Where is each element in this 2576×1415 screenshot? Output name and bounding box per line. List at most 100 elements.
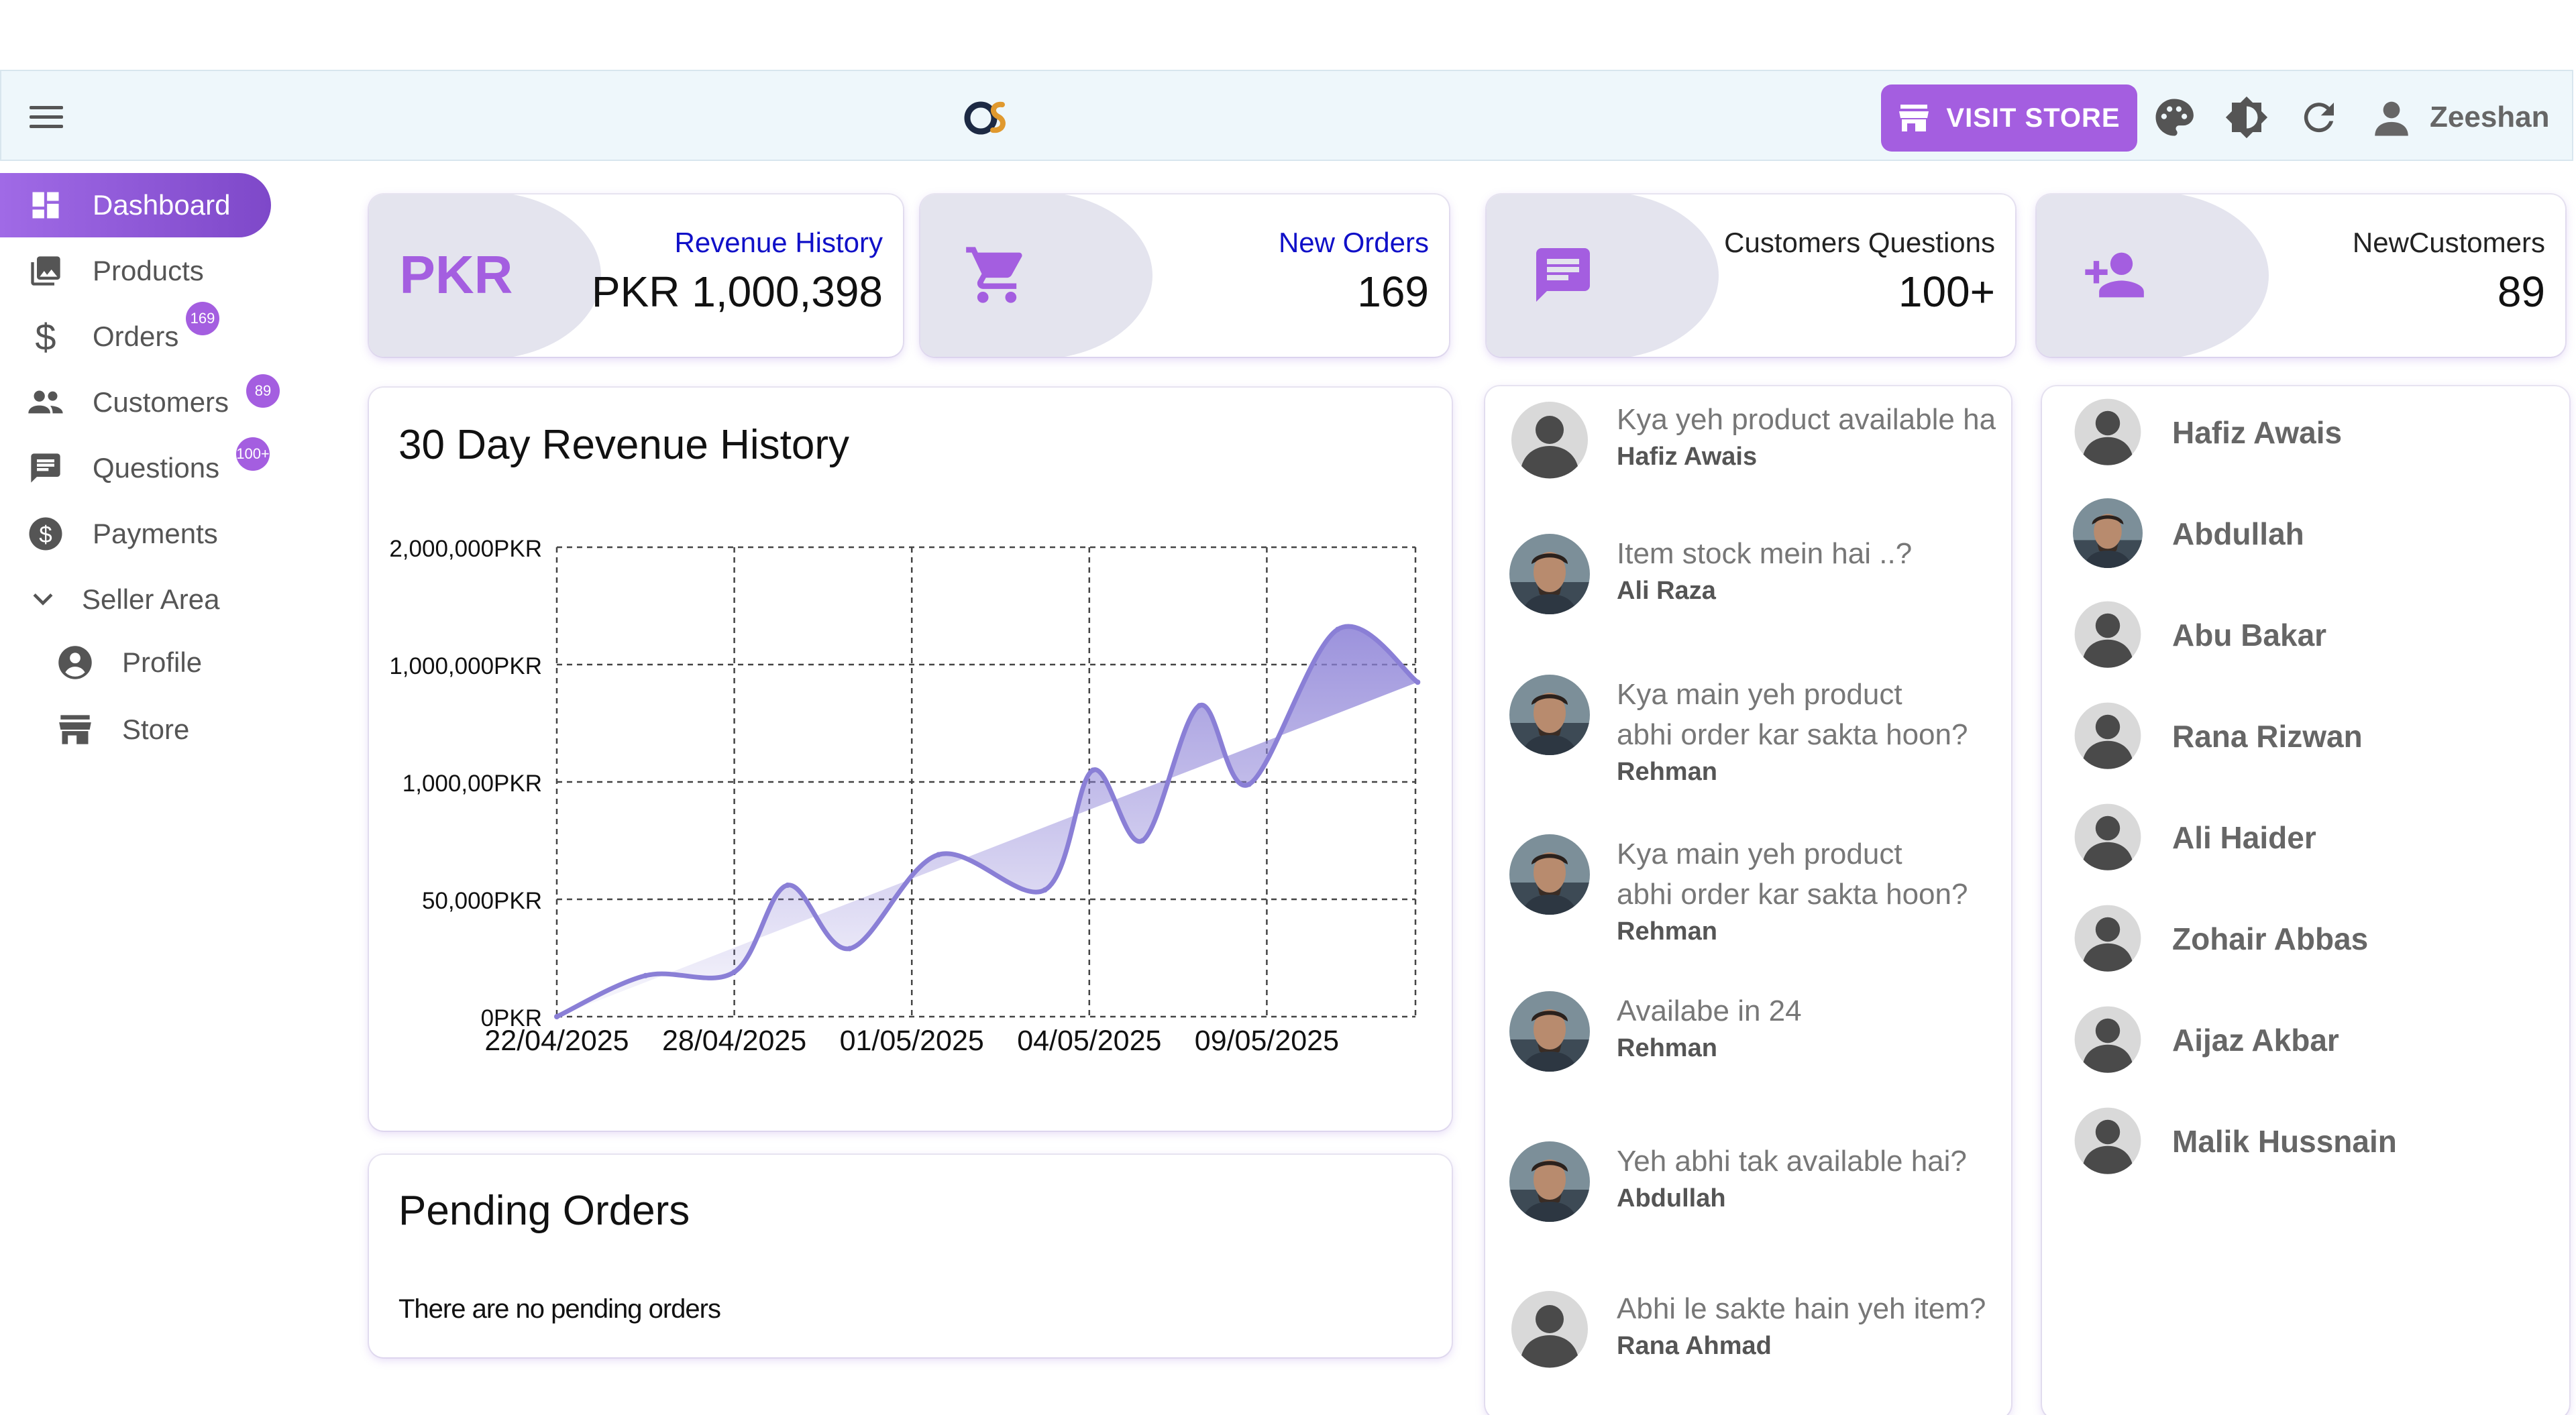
refresh-icon[interactable] <box>2297 95 2341 139</box>
sidebar-item-dashboard[interactable]: Dashboard <box>0 173 271 237</box>
y-tick-label: 1,000,000PKR <box>389 653 542 679</box>
empty-state-text: There are no pending orders <box>398 1294 721 1324</box>
sidebar-item-payments[interactable]: $ Payments <box>0 502 218 566</box>
chevron-down-icon <box>24 581 62 618</box>
y-tick-label: 50,000PKR <box>422 888 542 914</box>
x-tick-label: 28/04/2025 <box>662 1025 806 1057</box>
user-name[interactable]: Zeeshan <box>2430 101 2550 134</box>
x-tick-label: 01/05/2025 <box>840 1025 984 1057</box>
question-author: Ali Raza <box>1617 577 1716 605</box>
data-point[interactable] <box>1196 703 1202 709</box>
revenue-chart: 0PKR50,000PKR1,000,00PKR1,000,000PKR2,00… <box>389 536 1421 1057</box>
brightness-icon[interactable] <box>2224 95 2269 139</box>
avatar <box>2073 903 2143 973</box>
customer-item[interactable]: Ali Haider <box>2073 802 2475 876</box>
x-tick-label: 04/05/2025 <box>1017 1025 1161 1057</box>
customers-questions-card[interactable]: Customers Questions 100+ <box>1487 194 2015 357</box>
customer-item[interactable]: Rana Rizwan <box>2073 701 2475 775</box>
pending-orders-panel: Pending Orders There are no pending orde… <box>369 1155 1452 1357</box>
data-point[interactable] <box>643 972 649 978</box>
customer-item[interactable]: Abu Bakar <box>2073 600 2475 673</box>
data-point[interactable] <box>1090 767 1096 773</box>
sidebar-item-products[interactable]: Products <box>0 239 204 303</box>
x-tick-label: 22/04/2025 <box>484 1025 629 1057</box>
sidebar-item-profile[interactable]: Profile <box>0 630 202 695</box>
question-author: Hafiz Awais <box>1617 443 1758 471</box>
revenue-area <box>557 626 1418 1017</box>
data-point[interactable] <box>1335 626 1341 632</box>
question-text: Availabe in 24 <box>1617 995 1802 1027</box>
customer-name: Zohair Abbas <box>2172 921 2369 956</box>
avatar <box>1509 675 1590 755</box>
y-tick-label: 2,000,000PKR <box>389 536 542 562</box>
sidebar-item-label: Questions <box>93 452 220 484</box>
question-text: Yeh abhi tak available hai? <box>1617 1145 1967 1178</box>
customer-item[interactable]: Hafiz Awais <box>2073 397 2475 471</box>
new-customers-card[interactable]: NewCustomers 89 <box>2037 194 2565 357</box>
question-text: Abhi le sakte hain yeh item? <box>1617 1292 1986 1325</box>
question-text: Kya main yeh product abhi order kar sakt… <box>1617 838 1968 911</box>
data-point[interactable] <box>1042 887 1048 893</box>
avatar <box>1509 991 1590 1072</box>
customer-item[interactable]: Malik Hussnain <box>2073 1106 2475 1180</box>
data-point[interactable] <box>784 883 790 888</box>
visit-store-label: VISIT STORE <box>1946 103 2121 133</box>
sidebar-item-store[interactable]: Store <box>0 697 189 762</box>
panel-title: Pending Orders <box>398 1188 690 1234</box>
menu-icon[interactable] <box>30 106 63 129</box>
customer-item[interactable]: Aijaz Akbar <box>2073 1005 2475 1078</box>
avatar <box>1509 400 1590 480</box>
customer-item[interactable]: Abdullah <box>2073 498 2475 572</box>
sidebar-item-orders[interactable]: $ Orders <box>0 304 178 369</box>
palette-icon[interactable] <box>2152 95 2196 139</box>
sidebar-item-label: Store <box>122 714 190 745</box>
avatar <box>2073 802 2143 872</box>
store-icon <box>1899 105 1929 131</box>
person-add-icon <box>2073 235 2153 315</box>
question-author: Rehman <box>1617 1034 1717 1062</box>
account-icon[interactable] <box>2369 95 2414 139</box>
data-point[interactable] <box>1140 838 1146 844</box>
orders-badge: 169 <box>186 302 219 335</box>
data-point[interactable] <box>1415 679 1421 685</box>
customer-name: Malik Hussnain <box>2172 1124 2397 1159</box>
customer-name: Ali Haider <box>2172 820 2316 855</box>
customer-name: Hafiz Awais <box>2172 415 2343 450</box>
sidebar-item-seller-area[interactable]: Seller Area <box>0 567 219 632</box>
sidebar-item-customers[interactable]: Customers <box>0 370 229 435</box>
card-value: 169 <box>1357 268 1429 316</box>
question-text: Item stock mein hai ..? <box>1617 537 1913 570</box>
question-author: Abdullah <box>1617 1184 1726 1212</box>
x-tick-label: 09/05/2025 <box>1195 1025 1339 1057</box>
customer-name: Rana Rizwan <box>2172 719 2363 754</box>
sidebar-item-questions[interactable]: Questions <box>0 436 219 500</box>
dollar-icon: $ <box>35 315 56 358</box>
avatar <box>2073 701 2143 771</box>
question-author: Rehman <box>1617 758 1717 786</box>
new-orders-card[interactable]: New Orders 169 <box>920 194 1449 357</box>
sidebar-item-label: Seller Area <box>82 583 220 615</box>
customer-item[interactable]: Zohair Abbas <box>2073 903 2475 977</box>
svg-text:$: $ <box>39 522 52 548</box>
avatar <box>2073 1106 2143 1176</box>
sidebar-item-label: Profile <box>122 646 203 678</box>
data-point[interactable] <box>731 969 737 975</box>
account-circle-icon <box>56 644 94 681</box>
avatar <box>2073 498 2143 568</box>
avatar <box>2073 600 2143 669</box>
customer-name: Aijaz Akbar <box>2172 1023 2339 1058</box>
data-point[interactable] <box>935 852 941 858</box>
question-author: Rana Ahmad <box>1617 1332 1772 1360</box>
data-point[interactable] <box>554 1014 559 1019</box>
people-icon <box>27 384 64 421</box>
data-point[interactable] <box>847 946 853 952</box>
y-tick-label: 1,000,00PKR <box>402 771 542 797</box>
data-point[interactable] <box>1246 781 1252 787</box>
avatar <box>2073 1005 2143 1074</box>
top-app-bar: VISIT STORE Zeeshan <box>0 70 2573 161</box>
revenue-history-card[interactable]: PKR Revenue History PKR 1,000,398 <box>369 194 903 357</box>
avatar <box>1509 834 1590 915</box>
question-author: Rehman <box>1617 917 1717 946</box>
avatar <box>1509 1141 1590 1222</box>
visit-store-button[interactable]: VISIT STORE <box>1881 84 2137 152</box>
